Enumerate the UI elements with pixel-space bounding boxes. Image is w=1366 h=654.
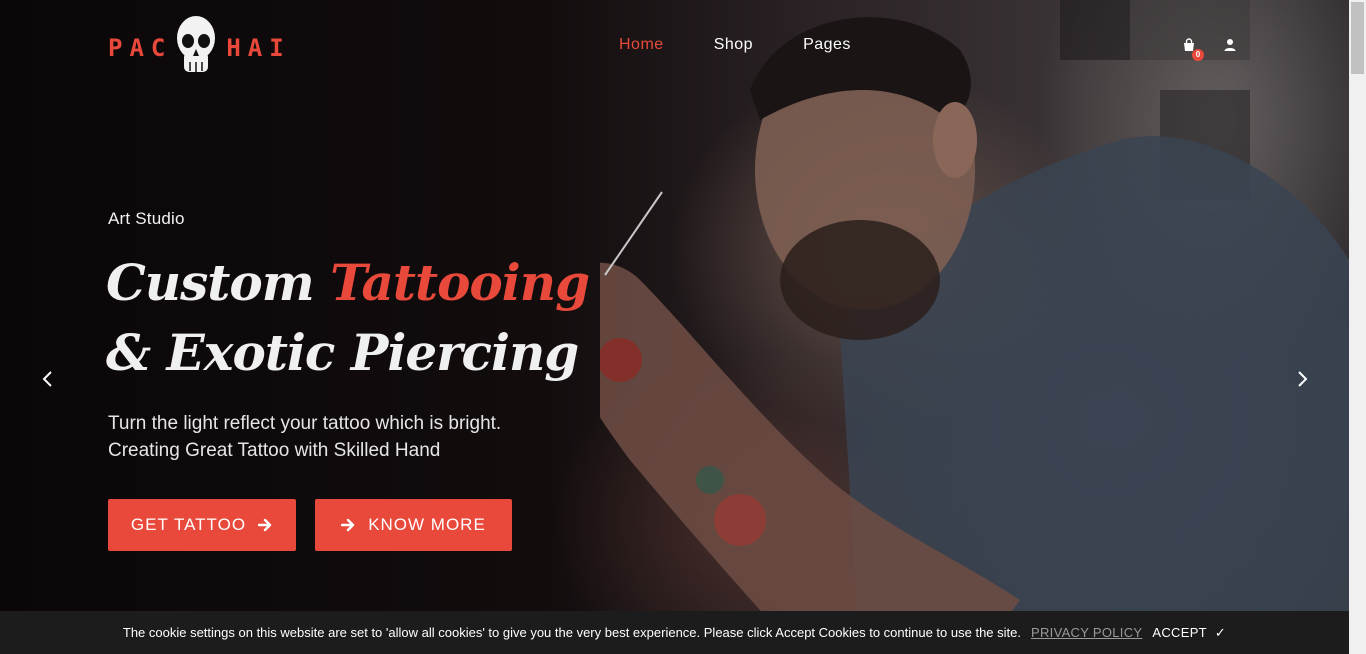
hero-subtext-line-2: Creating Great Tattoo with Skilled Hand: [108, 440, 441, 461]
know-more-label: KNOW MORE: [368, 515, 486, 534]
headline-accent: Tattooing: [330, 253, 590, 312]
know-more-button[interactable]: KNOW MORE: [315, 499, 512, 551]
get-tattoo-label: GET TATTOO: [130, 515, 247, 534]
cookie-message: The cookie settings on this website are …: [122, 625, 1021, 640]
headline-part-2: & Exotic Piercing: [106, 323, 579, 382]
site-header: PAC HAI Home Shop Pages 0: [0, 0, 1349, 95]
tattoo-artist-photo: [600, 0, 1349, 654]
hero-headline: Custom Tattooing & Exotic Piercing: [106, 248, 626, 388]
page-scrollbar[interactable]: [1349, 0, 1366, 654]
get-tattoo-button[interactable]: GET TATTOO: [108, 499, 296, 551]
main-nav: Home Shop Pages: [619, 36, 851, 54]
nav-item-pages[interactable]: Pages: [803, 36, 851, 54]
scrollbar-thumb[interactable]: [1351, 2, 1364, 74]
accept-label: ACCEPT: [1152, 625, 1207, 640]
user-icon: [1224, 39, 1236, 51]
chevron-right-icon[interactable]: [1295, 370, 1309, 388]
hero-subtext-line-1: Turn the light reflect your tattoo which…: [108, 413, 502, 434]
nav-item-home[interactable]: Home: [619, 36, 664, 54]
headline-part-1: Custom: [106, 253, 331, 312]
logo-text-left: PAC: [108, 34, 173, 62]
hero-subtext: Turn the light reflect your tattoo which…: [108, 410, 578, 464]
skull-icon: [177, 16, 216, 72]
chevron-left-icon[interactable]: [41, 370, 55, 388]
cookie-banner: The cookie settings on this website are …: [0, 611, 1349, 654]
arrow-right-icon: [258, 518, 272, 532]
hero-eyebrow: Art Studio: [108, 209, 185, 228]
site-logo[interactable]: PAC HAI: [108, 14, 291, 82]
check-icon: ✓: [1214, 624, 1227, 640]
accept-cookies-button[interactable]: ACCEPT ✓: [1152, 625, 1226, 641]
logo-text-right: HAI: [226, 34, 291, 62]
nav-item-shop[interactable]: Shop: [714, 36, 753, 54]
arrow-right-icon: [341, 518, 355, 532]
account-button[interactable]: [1223, 38, 1239, 56]
privacy-policy-link[interactable]: PRIVACY POLICY: [1031, 625, 1142, 640]
cart-button[interactable]: 0: [1182, 38, 1204, 61]
cart-count-badge: 0: [1192, 49, 1204, 61]
